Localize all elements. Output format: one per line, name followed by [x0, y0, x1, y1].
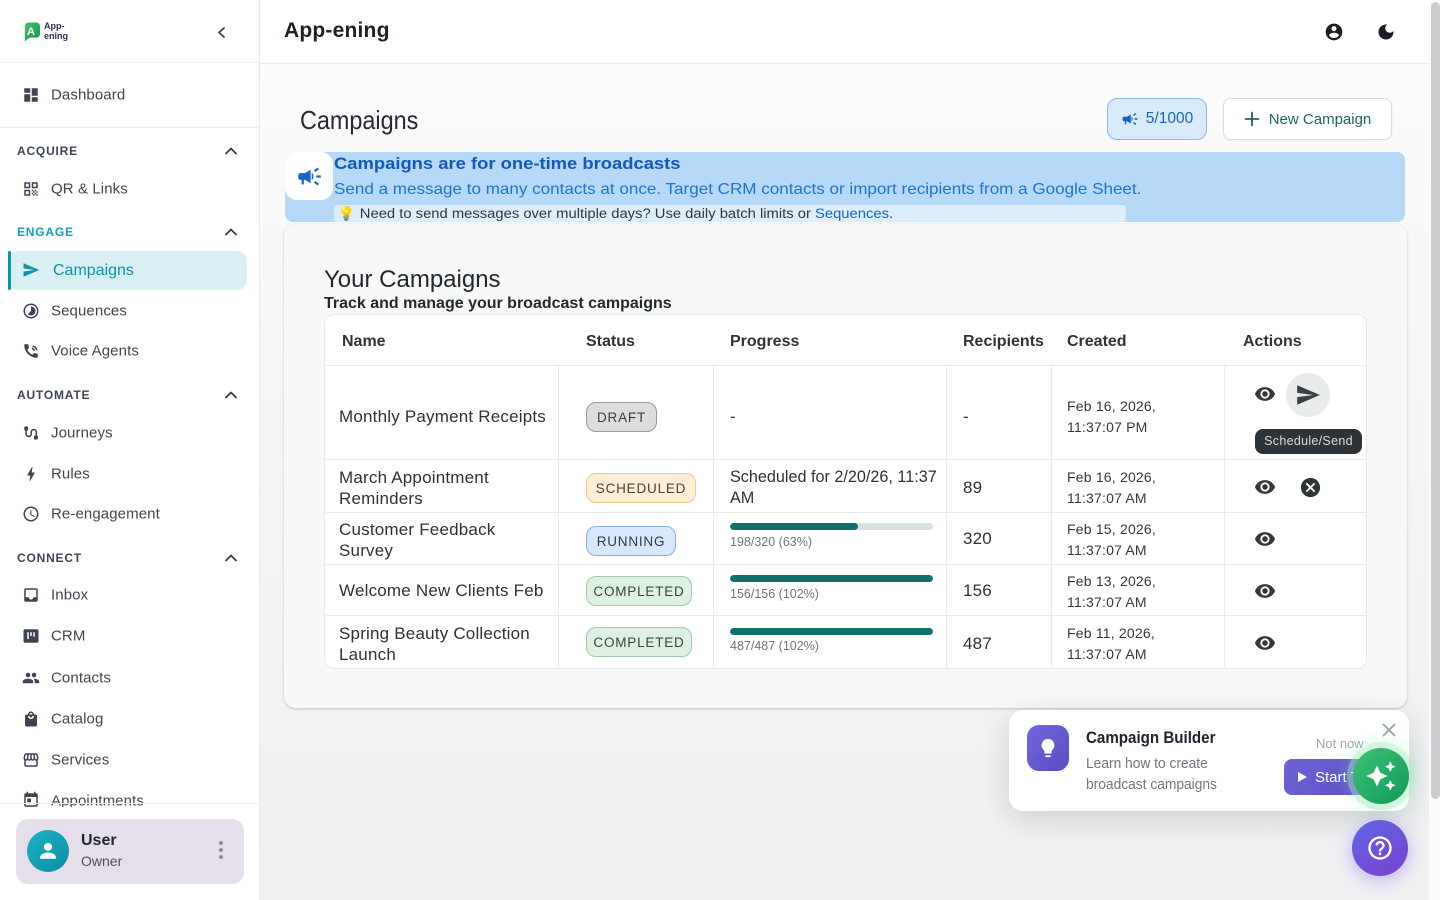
svg-text:A: A	[27, 26, 35, 38]
